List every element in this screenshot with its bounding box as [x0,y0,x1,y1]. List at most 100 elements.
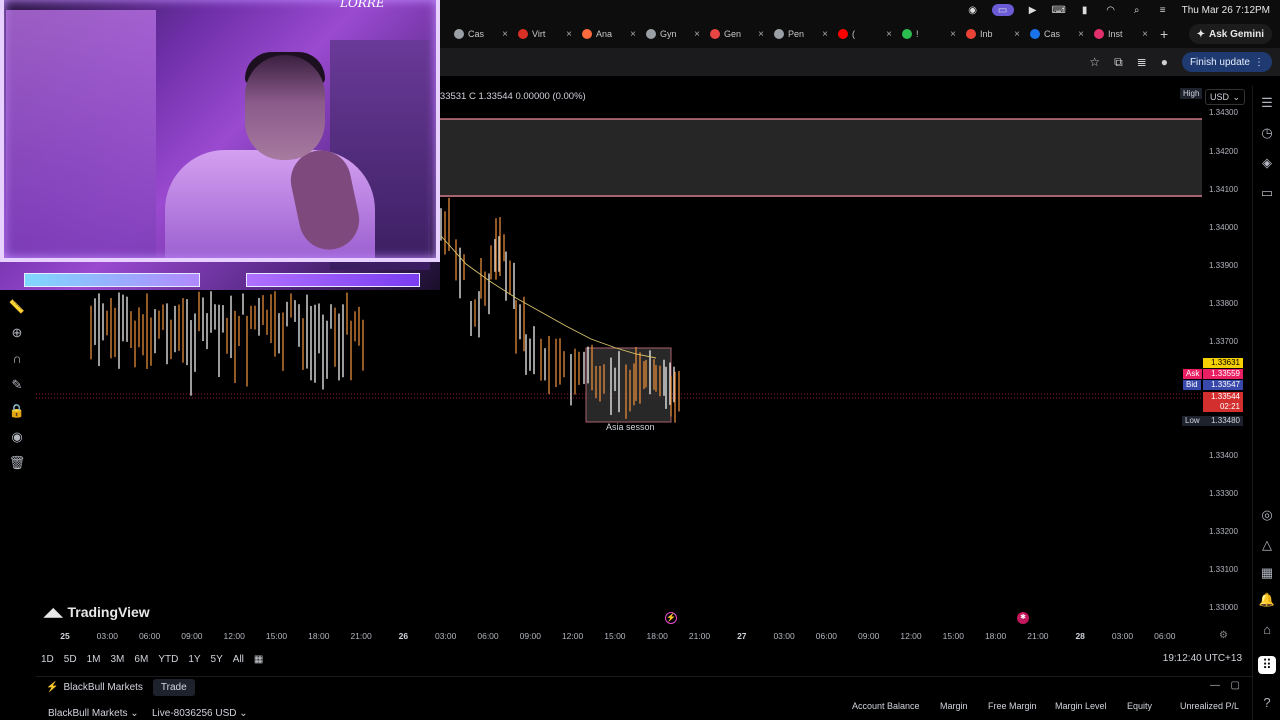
ask-gemini-button[interactable]: ✦ Ask Gemini [1188,24,1272,44]
trash-icon[interactable]: 🗑 [8,456,26,470]
ask-badge: 1.33559 [1203,369,1243,379]
right-sidebar: ☰ ◷ ◈ ▭ ◎ △ ▦ 🔔 ⌂ ⠿ ? [1252,86,1280,720]
browser-tab[interactable]: (× [834,23,896,45]
close-icon[interactable]: × [502,29,508,40]
settings-gear-icon[interactable]: ⚙ [1219,630,1228,641]
time-tick-label: 15:00 [942,631,964,641]
question-icon[interactable]: ? [1258,694,1276,712]
record-icon[interactable]: ◉ [966,4,980,16]
lightning-icon[interactable]: ⚡ [665,612,677,624]
browser-tab[interactable]: Cas × [1026,23,1088,45]
watchlist-icon[interactable]: ☰ [1258,94,1276,112]
close-icon[interactable]: × [694,29,700,40]
search-icon[interactable]: ⌕ [1130,4,1144,16]
chat-icon[interactable]: ▭ [1258,184,1276,202]
account-broker-select[interactable]: BlackBull Markets ⌄ [48,708,139,719]
help-circle-icon[interactable]: ⌂ [1258,621,1276,639]
tab-label: Cas [1044,29,1061,39]
finish-update-label: Finish update [1189,56,1250,68]
close-icon[interactable]: × [630,29,636,40]
alerts-clock-icon[interactable]: ◷ [1258,124,1276,142]
play-icon[interactable]: ▶ [1026,4,1040,16]
price-tick-label: 1.33700 [1209,337,1238,346]
time-tick-label: 12:00 [223,631,245,641]
minimize-panel-icon[interactable]: — [1210,680,1220,691]
asia-session-box [585,347,672,423]
range-button[interactable]: 1M [82,654,106,665]
close-icon[interactable]: × [1142,29,1148,40]
tab-search-icon[interactable]: ≣ [1137,55,1147,69]
time-tick-label: 27 [737,631,747,641]
time-tick-label: 09:00 [858,631,880,641]
battery-icon[interactable]: ▮ [1078,4,1092,16]
eye-icon[interactable]: ◉ [8,430,26,444]
browser-tab[interactable]: Inst × [1090,23,1152,45]
range-button[interactable]: 6M [129,654,153,665]
keyboard-icon[interactable]: ⌨ [1051,4,1065,16]
magnet-icon[interactable]: ∩ [8,352,26,366]
browser-tab[interactable]: ! × [898,23,960,45]
range-button[interactable]: 3M [106,654,130,665]
range-button[interactable]: 1Y [183,654,205,665]
target-icon[interactable]: ◎ [1258,506,1276,524]
time-tick-label: 21:00 [688,631,711,641]
profile-avatar-icon[interactable]: ● [1161,55,1168,69]
notifications-icon[interactable]: 🔔 [1258,591,1276,609]
price-tick-label: 1.33900 [1209,261,1238,270]
broker-tab[interactable]: ⚡ BlackBull Markets [46,682,143,693]
screen-share-icon[interactable]: ▭ [991,4,1014,16]
range-button[interactable]: 5Y [206,654,228,665]
ruler-icon[interactable]: 📏 [8,300,26,314]
webcam-bar-left [24,273,200,287]
lock-icon[interactable]: 🔒 [8,404,26,418]
time-tick-label: 15:00 [604,631,626,641]
trade-button[interactable]: Trade [152,679,195,696]
current-price-badge: 1.33631 [1203,358,1243,368]
time-tick-label: 03:00 [1111,631,1134,641]
event-marker-icon[interactable]: ✱ [1017,612,1029,624]
range-button[interactable]: All [228,654,249,665]
browser-tab[interactable]: Ana × [578,23,640,45]
close-icon[interactable]: × [566,29,572,40]
pyramid-icon[interactable]: △ [1258,536,1276,554]
drawing-toolbar: 📏 ⊕ ∩ ✎ 🔒 ◉ 🗑 [0,290,34,500]
pencil-lock-icon[interactable]: ✎ [8,378,26,392]
tab-label: Inb [980,29,993,39]
range-button[interactable]: 1D [36,654,59,665]
control-center-icon[interactable]: ≡ [1156,4,1170,16]
time-tick-label: 26 [398,631,409,641]
wifi-icon[interactable]: ◠ [1104,4,1118,16]
browser-tab[interactable]: Gen × [706,23,768,45]
calendar-icon[interactable]: ▦ [1258,564,1276,582]
close-icon[interactable]: × [950,29,956,40]
close-icon[interactable]: × [822,29,828,40]
time-tick-label: 15:00 [265,631,288,641]
range-button[interactable]: YTD [153,654,183,665]
zoom-in-icon[interactable]: ⊕ [8,326,26,340]
maximize-panel-icon[interactable]: ▢ [1231,680,1240,691]
new-tab-icon[interactable]: + [1154,26,1174,42]
close-icon[interactable]: × [886,29,892,40]
time-axis[interactable]: 25 03:00 06:00 09:00 12:00 15:00 18:00 21:00 26 0… [36,628,1202,644]
apps-grid-icon[interactable]: ⠿ [1258,656,1276,674]
range-button[interactable]: 5D [59,654,82,665]
mac-menubar: ◉ ▭ ▶ ⌨ ▮ ◠ ⌕ ≡ Thu Mar 26 7:12PM [440,0,1280,20]
close-icon[interactable]: × [1014,29,1020,40]
browser-tab[interactable]: Inb × [962,23,1024,45]
browser-tab[interactable]: Virt × [514,23,576,45]
finish-update-button[interactable]: Finish update ⋮ [1181,52,1272,72]
layers-icon[interactable]: ◈ [1258,154,1276,172]
cast-icon[interactable]: ⧉ [1114,55,1123,70]
close-icon[interactable]: × [758,29,764,40]
date-range-icon[interactable]: ▦ [249,654,268,665]
browser-tab[interactable]: Pen × [770,23,832,45]
utc-clock[interactable]: 19:12:40 UTC+13 [1163,653,1242,664]
browser-tab[interactable]: Gyn × [642,23,704,45]
bookmark-star-icon[interactable]: ☆ [1089,55,1100,69]
menubar-datetime[interactable]: Thu Mar 26 7:12PM [1182,5,1270,16]
close-icon[interactable]: × [1078,29,1084,40]
browser-tab[interactable]: Cas × [450,23,512,45]
account-id-select[interactable]: Live-8036256 USD ⌄ [152,708,248,719]
time-tick-label: 12:00 [900,631,922,641]
high-zone [440,119,1202,197]
